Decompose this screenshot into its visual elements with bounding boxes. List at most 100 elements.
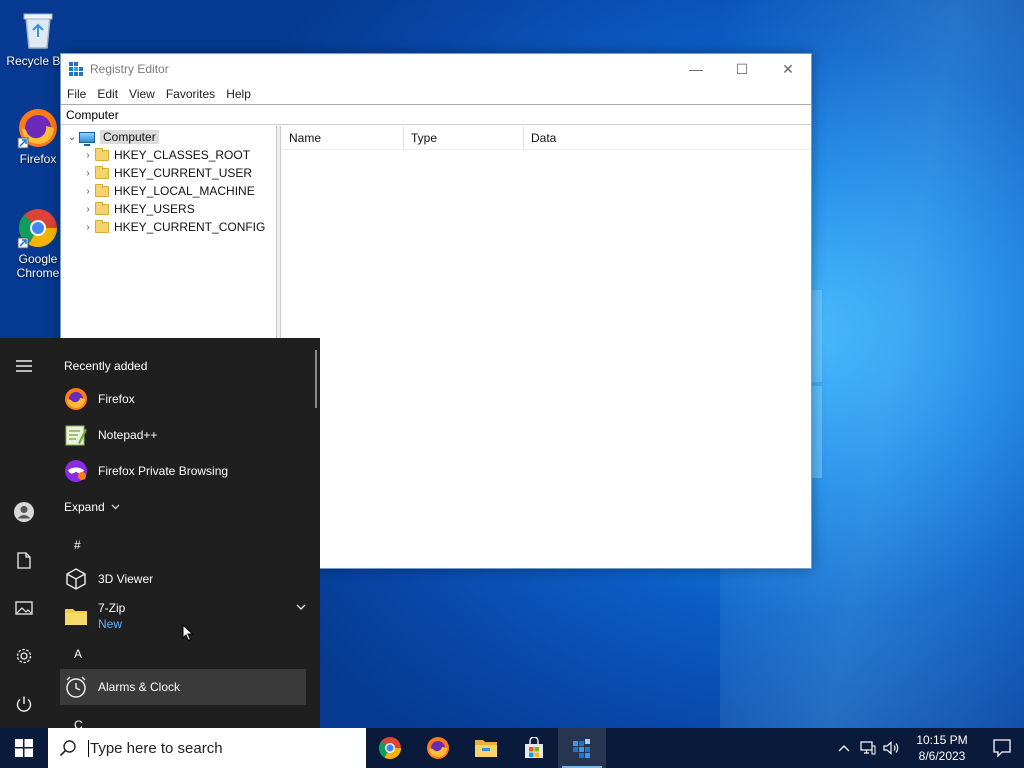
user-account-icon[interactable] — [0, 492, 48, 532]
network-icon[interactable] — [856, 728, 880, 768]
chevron-down-icon — [111, 504, 120, 510]
maximize-button[interactable]: ☐ — [719, 54, 765, 84]
notification-center-icon[interactable] — [980, 728, 1024, 768]
app-item-label: Alarms & Clock — [98, 680, 181, 694]
app-item-firefox-private[interactable]: Firefox Private Browsing — [60, 453, 306, 489]
folder-icon — [95, 165, 109, 179]
tree-node-label: HKEY_CURRENT_CONFIG — [114, 220, 266, 234]
chevron-right-icon[interactable]: › — [81, 204, 95, 215]
documents-icon[interactable] — [0, 540, 48, 580]
volume-icon[interactable] — [880, 728, 904, 768]
start-menu: Recently added Firefox Notepad++ Firefox… — [0, 338, 320, 728]
folder-icon — [95, 201, 109, 215]
taskbar-chrome[interactable] — [366, 728, 414, 768]
tree-node-hkcu[interactable]: › HKEY_CURRENT_USER — [61, 164, 276, 182]
tree-node-computer[interactable]: ⌄ Computer — [61, 128, 276, 146]
tree-node-hkcc[interactable]: › HKEY_CURRENT_CONFIG — [61, 218, 276, 236]
clock[interactable]: 10:15 PM 8/6/2023 — [910, 732, 974, 764]
chevron-right-icon[interactable]: › — [81, 168, 95, 179]
group-letter-a[interactable]: A — [74, 647, 82, 661]
expand-button[interactable]: Expand — [64, 500, 120, 514]
windows-logo-icon — [15, 739, 33, 757]
power-icon[interactable] — [0, 684, 48, 724]
menu-edit[interactable]: Edit — [93, 87, 125, 101]
pictures-icon[interactable] — [0, 588, 48, 628]
settings-gear-icon[interactable] — [0, 636, 48, 676]
app-item-label: Notepad++ — [98, 428, 158, 442]
clock-date: 8/6/2023 — [918, 749, 966, 763]
chevron-down-icon[interactable] — [296, 604, 306, 611]
minimize-button[interactable]: — — [673, 54, 719, 84]
chevron-right-icon[interactable]: › — [81, 150, 95, 161]
address-bar[interactable]: Computer — [61, 104, 811, 125]
app-item-3d-viewer[interactable]: 3D Viewer — [60, 561, 306, 597]
start-rail — [0, 338, 48, 728]
system-tray: 10:15 PM 8/6/2023 — [832, 728, 1024, 768]
chevron-down-icon[interactable]: ⌄ — [65, 132, 79, 143]
taskbar: Type here to search 10:15 PM 8/6/2023 — [0, 728, 1024, 768]
folder-icon — [64, 604, 88, 628]
recently-added-heading: Recently added — [64, 359, 148, 373]
computer-icon — [79, 131, 95, 146]
menu-file[interactable]: File — [63, 87, 93, 101]
desktop-icon-label: Firefox — [19, 152, 57, 166]
firefox-icon — [64, 387, 88, 411]
regedit-icon — [573, 739, 590, 758]
taskbar-store[interactable] — [510, 728, 558, 768]
notepadpp-icon — [64, 423, 88, 447]
hamburger-menu-icon[interactable] — [0, 346, 48, 386]
chevron-right-icon[interactable]: › — [81, 222, 95, 233]
chrome-icon — [379, 737, 401, 759]
expand-label: Expand — [64, 500, 105, 514]
search-placeholder: Type here to search — [88, 739, 223, 757]
desktop-icon-label: Google Chrome — [16, 252, 60, 280]
tree-node-label: HKEY_CURRENT_USER — [114, 166, 253, 180]
menu-favorites[interactable]: Favorites — [162, 87, 222, 101]
taskbar-firefox[interactable] — [414, 728, 462, 768]
column-header-data[interactable]: Data — [524, 126, 724, 150]
column-header-type[interactable]: Type — [404, 125, 524, 150]
clock-time: 10:15 PM — [916, 733, 968, 747]
group-letter-hash[interactable]: # — [74, 538, 81, 552]
new-badge: New — [98, 617, 123, 631]
group-letter-c[interactable]: C — [74, 718, 83, 728]
start-button[interactable] — [0, 728, 48, 768]
alarm-clock-icon — [64, 675, 88, 699]
tree-node-hklm[interactable]: › HKEY_LOCAL_MACHINE — [61, 182, 276, 200]
tree-node-label: HKEY_CLASSES_ROOT — [114, 148, 251, 162]
search-icon — [48, 739, 88, 757]
tree-node-hku[interactable]: › HKEY_USERS — [61, 200, 276, 218]
regedit-app-icon — [69, 61, 83, 76]
scrollbar[interactable] — [315, 350, 317, 408]
app-item-notepadpp[interactable]: Notepad++ — [60, 417, 306, 453]
chrome-icon — [16, 206, 60, 250]
mouse-cursor-icon — [182, 624, 194, 642]
app-item-label: Firefox Private Browsing — [98, 464, 229, 478]
taskbar-file-explorer[interactable] — [462, 728, 510, 768]
folder-icon — [95, 147, 109, 161]
search-box[interactable]: Type here to search — [48, 728, 366, 768]
app-item-firefox[interactable]: Firefox — [60, 381, 306, 417]
menu-view[interactable]: View — [125, 87, 162, 101]
column-header-name[interactable]: Name — [282, 125, 404, 150]
chevron-right-icon[interactable]: › — [81, 186, 95, 197]
menu-bar: File Edit View Favorites Help — [61, 84, 811, 104]
address-text: Computer — [66, 107, 119, 122]
chevron-up-icon[interactable] — [832, 728, 856, 768]
store-icon — [525, 737, 543, 758]
tree-node-label: HKEY_LOCAL_MACHINE — [114, 184, 255, 198]
recycle-bin-icon — [16, 8, 60, 52]
firefox-icon — [16, 106, 60, 150]
taskbar-registry-editor[interactable] — [558, 728, 606, 768]
folder-icon — [95, 183, 109, 197]
close-button[interactable]: ✕ — [765, 54, 811, 84]
app-item-alarms-clock[interactable]: Alarms & Clock — [60, 669, 306, 705]
app-item-text: 7-Zip New — [98, 600, 125, 632]
values-list[interactable]: Name Type Data — [282, 125, 811, 568]
title-bar[interactable]: Registry Editor — ☐ ✕ — [61, 54, 811, 84]
menu-help[interactable]: Help — [222, 87, 258, 101]
tree-node-hkcr[interactable]: › HKEY_CLASSES_ROOT — [61, 146, 276, 164]
list-header: Name Type Data — [282, 125, 811, 150]
firefox-icon — [427, 737, 449, 759]
window-title: Registry Editor — [90, 62, 169, 76]
